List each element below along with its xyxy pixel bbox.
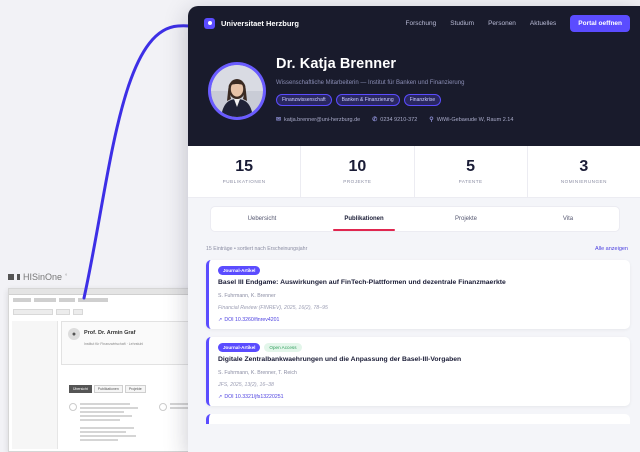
stat-value: 15 [235,158,254,175]
publication-title[interactable]: Basel III Endgame: Auswirkungen auf FinT… [218,279,622,286]
profile-role: Wissenschaftliche Mitarbeiterin — Instit… [276,80,465,86]
profile-tabs: Uebersicht Publikationen Projekte Vita [210,206,620,232]
location-pin-icon: ⚲ [429,117,434,123]
profile-name: Dr. Katja Brenner [276,56,397,72]
contact-email-text: katja.brenner@uni-herzburg.de [284,116,361,123]
publication-card[interactable]: Journal-Artikel Basel III Endgame: Auswi… [206,260,630,329]
publication-badges: Journal-Artikel Open Access [218,343,622,352]
hisinone-person-icon: ● [68,328,80,340]
nav-links: Forschung Studium Personen Aktuelles Por… [406,14,630,32]
hisinone-list-item [69,403,199,423]
hisinone-person-sub: Institut für Finanzwirtschaft · Lehrstuh… [84,342,144,346]
hisinone-profile-card: ● Prof. Dr. Armin Graf Institut für Fina… [61,321,201,365]
hisinone-tabs [13,309,199,317]
hisinone-screenshot: HISinOne ° ● Prof. Dr. Armin Graf Institu… [8,272,204,452]
stat-label: NOMINIERUNGEN [560,179,607,184]
publication-doi-link[interactable]: ↗ DOI 10.3321/jfs13220251 [218,394,622,400]
nav-link-forschung[interactable]: Forschung [406,20,437,27]
hisinone-section-buttons: Übersicht Publikationen Projekte [69,385,146,393]
nav-link-aktuelles[interactable]: Aktuelles [530,20,556,27]
publication-list-header: 15 Einträge • sortiert nach Erscheinungs… [206,246,628,252]
logo-mark-icon [17,274,20,280]
type-badge: Journal-Artikel [218,266,261,275]
stat-nominierungen: 3 NOMINIERUNGEN [528,146,640,197]
publication-journal: Financial Review (FINREV), 2025, 16(2), … [218,305,328,311]
profile-tags: Finanzwissenschaft Banken & Finanzierung… [276,94,442,106]
hisinone-btn-overview: Übersicht [69,385,92,393]
stat-patente: 5 PATENTE [415,146,528,197]
publication-title[interactable]: Digitale Zentralbankwaehrungen und die A… [218,356,622,363]
hisinone-list-item [69,427,199,443]
stat-projekte: 10 PROJEKTE [301,146,415,197]
hisinone-sidebar [12,321,58,449]
stat-value: 3 [579,158,589,175]
contact-phone[interactable]: ✆ 0234 9210-372 [372,116,418,124]
publication-card-partial[interactable] [206,414,630,424]
tag-finanzwissenschaft[interactable]: Finanzwissenschaft [276,94,332,106]
publication-authors: S. Fuhrmann, K. Brenner, T. Reich [218,370,297,376]
tag-banken-finanzierung[interactable]: Banken & Finanzierung [335,94,400,106]
profile-content: Uebersicht Publikationen Projekte Vita 1… [188,198,640,452]
publication-count: 15 Einträge • sortiert nach Erscheinungs… [206,246,308,252]
hisinone-person-name: Prof. Dr. Armin Graf [84,330,136,336]
university-brand[interactable]: Universitaet Herzburg [204,17,299,29]
menu-icon [8,274,14,280]
contact-room: ⚲ WiWi-Gebaeude W, Raum 2.14 [429,116,514,124]
hisinone-topbar [9,289,203,295]
stat-publikationen: 15 PUBLIKATIONEN [188,146,302,197]
profile-photo [211,65,263,117]
nav-link-personen[interactable]: Personen [488,20,516,27]
external-link-icon: ↗ [218,394,223,400]
contact-phone-text: 0234 9210-372 [380,116,418,123]
publication-doi: DOI 10.3321/jfs13220251 [224,394,284,400]
contact-room-text: WiWi-Gebaeude W, Raum 2.14 [436,116,514,123]
stat-value: 5 [466,158,476,175]
publication-badges: Journal-Artikel [218,266,622,275]
profile-hero: Universitaet Herzburg Forschung Studium … [188,6,640,146]
hisinone-breadcrumb [13,298,199,305]
stats-bar: 15 PUBLIKATIONEN 10 PROJEKTE 5 PATENTE 3… [188,146,640,198]
open-access-badge: Open Access [264,343,302,352]
top-nav: Universitaet Herzburg Forschung Studium … [188,6,640,40]
stat-label: PROJEKTE [343,179,372,184]
external-link-icon: ↗ [218,317,223,323]
stat-label: PATENTE [458,179,483,184]
hisinone-publication-list [69,403,199,447]
hisinone-logo-text: HISinOne [23,272,63,282]
tab-publikationen[interactable]: Publikationen [313,207,415,231]
nav-link-studium[interactable]: Studium [450,20,474,27]
show-all-link[interactable]: Alle anzeigen [595,246,628,252]
type-badge: Journal-Artikel [218,343,261,352]
university-name: Universitaet Herzburg [221,18,299,28]
hisinone-logo-sup: ° [65,274,68,280]
stat-label: PUBLIKATIONEN [222,179,266,184]
publication-journal: JFS, 2025, 13(2), 16–38 [218,382,274,388]
publication-doi-link[interactable]: ↗ DOI 10.3260/finrev4201 [218,317,622,323]
avatar [208,62,266,120]
university-logo-icon [204,17,215,29]
hisinone-logo: HISinOne ° [8,272,67,282]
phone-icon: ✆ [372,117,378,123]
tag-finanzkrise[interactable]: Finanzkrise [403,94,442,106]
hisinone-window: ● Prof. Dr. Armin Graf Institut für Fina… [8,288,204,452]
tab-projekte[interactable]: Projekte [415,207,517,231]
stat-value: 10 [348,158,367,175]
publication-card[interactable]: Journal-Artikel Open Access Digitale Zen… [206,337,630,406]
portal-button[interactable]: Portal oeffnen [570,14,630,32]
profile-page: Universitaet Herzburg Forschung Studium … [188,6,640,452]
mail-icon: ✉ [276,117,282,123]
tab-uebersicht[interactable]: Uebersicht [211,207,313,231]
hisinone-btn-projects: Projekte [124,385,146,393]
profile-contact: ✉ katja.brenner@uni-herzburg.de ✆ 0234 921… [276,116,514,124]
hisinone-btn-publications: Publikationen [93,385,123,393]
publication-doi: DOI 10.3260/finrev4201 [224,317,280,323]
tab-vita[interactable]: Vita [517,207,619,231]
contact-email[interactable]: ✉ katja.brenner@uni-herzburg.de [276,116,361,124]
publication-authors: S. Fuhrmann, K. Brenner [218,293,276,299]
